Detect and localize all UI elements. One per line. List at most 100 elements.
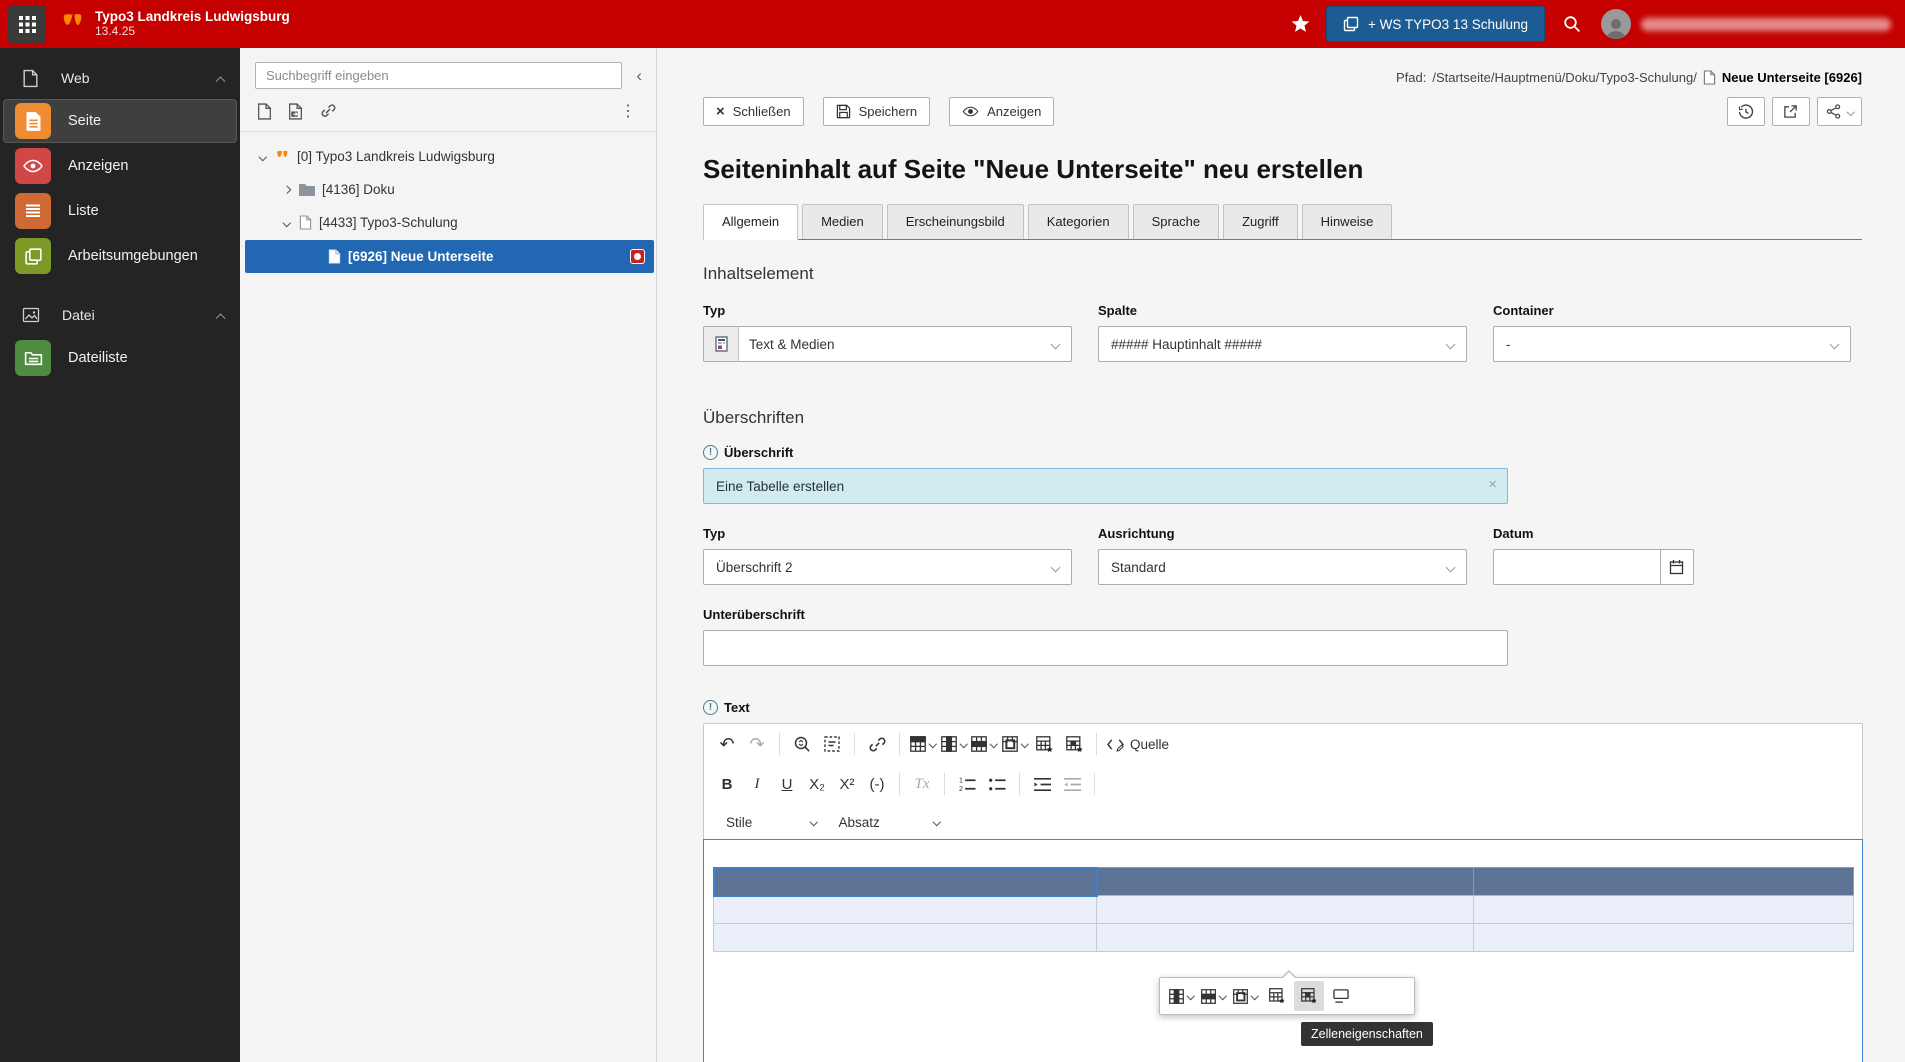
chevron-right-icon[interactable] [283,185,291,194]
datum-input[interactable] [1493,549,1661,585]
cell-properties-button[interactable] [1294,981,1324,1011]
table-row[interactable] [712,895,1854,924]
superscript-button[interactable]: X² [832,769,862,799]
bulleted-list-button[interactable] [982,769,1012,799]
remove-format-button[interactable]: Tx [907,769,937,799]
indent-button[interactable] [1027,769,1057,799]
user-menu[interactable] [1601,9,1891,39]
table-cell[interactable] [1473,867,1854,896]
share-button[interactable] [1816,97,1862,126]
sidebar-item-seite[interactable]: Seite [3,99,237,143]
cell-properties-button[interactable] [1059,729,1089,759]
link-icon[interactable] [862,729,892,759]
table-properties-button[interactable] [1262,981,1292,1011]
search-icon[interactable] [1563,15,1581,33]
sidebar-item-dateiliste[interactable]: Dateiliste [3,336,237,380]
outdent-icon [1063,777,1081,791]
clear-input-icon[interactable]: × [1488,477,1497,492]
open-in-new-window-button[interactable] [1771,97,1810,126]
sidebar-item-liste[interactable]: Liste [3,189,237,233]
sidebar-item-arbeitsumgebungen[interactable]: Arbeitsumgebungen [3,234,237,278]
tree-node-typo3-schulung[interactable]: [4433] Typo3-Schulung [240,206,656,239]
table-cell[interactable] [712,895,1098,924]
tab-medien[interactable]: Medien [802,204,883,239]
table-cell[interactable] [1096,867,1475,896]
ueberschrift-input[interactable] [703,468,1508,504]
table-row[interactable] [712,923,1854,952]
bold-button[interactable]: B [712,769,742,799]
table-cell-selected[interactable] [712,866,1098,897]
merge-cells-button[interactable] [999,729,1030,759]
tab-zugriff[interactable]: Zugriff [1223,204,1298,239]
typo3-logo-icon [60,11,86,37]
table-cell[interactable] [1096,895,1475,924]
numbered-list-button[interactable]: 1 2 [952,769,982,799]
chevron-down-icon[interactable] [259,152,267,161]
tab-allgemein[interactable]: Allgemein [703,204,799,240]
module-group-datei[interactable]: Datei [0,295,240,335]
column-menu-button[interactable] [1166,981,1196,1011]
italic-button[interactable]: I [742,769,772,799]
tree-node-doku[interactable]: [4136] Doku [240,173,656,206]
tab-erscheinungsbild[interactable]: Erscheinungsbild [886,204,1024,239]
ausrichtung-select[interactable]: Standard [1098,549,1467,585]
collapse-tree-icon[interactable]: ‹ [630,67,648,84]
container-select[interactable]: - [1493,326,1851,362]
new-page-drag-icon[interactable] [288,102,303,120]
tree-more-menu-icon[interactable]: ⋮ [614,101,642,121]
site-brand[interactable]: Typo3 Landkreis Ludwigsburg 13.4.25 [60,9,290,38]
calendar-button[interactable] [1660,549,1694,585]
styles-dropdown[interactable]: Stile [718,808,825,836]
view-button[interactable]: Anzeigen [949,97,1055,126]
unterueberschrift-input[interactable] [703,630,1508,666]
toggle-caption-button[interactable] [1326,981,1356,1011]
history-button[interactable] [1726,97,1765,126]
source-button[interactable]: Quelle [1104,729,1171,759]
tree-search-input[interactable] [255,62,623,89]
tab-sprache[interactable]: Sprache [1132,204,1220,239]
select-all-icon[interactable] [817,729,847,759]
table-cell[interactable] [1096,923,1475,952]
tree-node-root[interactable]: [0] Typo3 Landkreis Ludwigsburg [240,140,656,173]
module-group-web[interactable]: Web [0,58,240,98]
save-button[interactable]: Speichern [822,97,931,126]
merge-cells-button[interactable] [1230,981,1260,1011]
workspaces-module-icon [15,238,51,274]
link-icon[interactable] [319,103,336,120]
row-menu-button[interactable] [1198,981,1228,1011]
section-heading-inhaltselement: Inhaltselement [703,264,814,283]
ueberschrift-typ-select[interactable]: Überschrift 2 [703,549,1072,585]
table-properties-button[interactable] [1029,729,1059,759]
tab-hinweise[interactable]: Hinweise [1301,204,1393,239]
soft-hyphen-button[interactable]: (-) [862,769,892,799]
new-page-icon[interactable] [257,102,272,120]
sidebar-item-anzeigen[interactable]: Anzeigen [3,144,237,188]
find-replace-icon[interactable] [787,729,817,759]
tab-kategorien[interactable]: Kategorien [1027,204,1129,239]
rte-editable-area[interactable]: Zelleneigenschaften [703,839,1863,1062]
tree-node-label: [4433] Typo3-Schulung [319,215,458,230]
table-cell[interactable] [1473,923,1854,952]
spalte-select[interactable]: ##### Hauptinhalt ##### [1098,326,1467,362]
close-button[interactable]: × Schließen [703,97,804,126]
modules-menu-button[interactable] [8,5,46,43]
rich-text-editor: ↶ ↷ Quelle B I U X₂ X² (-) Tx 1 2 Stile … [703,723,1863,1062]
redo-icon[interactable]: ↷ [742,729,772,759]
insert-table-button[interactable] [907,729,938,759]
undo-icon[interactable]: ↶ [712,729,742,759]
row-menu-button[interactable] [968,729,999,759]
workspace-button[interactable]: + WS TYPO3 13 Schulung [1326,6,1545,42]
table-cell[interactable] [1473,895,1854,924]
table-header-row[interactable] [712,866,1854,897]
outdent-button[interactable] [1057,769,1087,799]
content-table[interactable] [712,866,1854,952]
underline-button[interactable]: U [772,769,802,799]
tree-node-neue-unterseite[interactable]: [6926] Neue Unterseite [245,240,654,273]
bookmark-star-icon[interactable] [1291,15,1310,33]
chevron-down-icon[interactable] [283,218,291,227]
paragraph-format-dropdown[interactable]: Absatz [831,808,948,836]
column-menu-button[interactable] [938,729,969,759]
subscript-button[interactable]: X₂ [802,769,832,799]
typ-select[interactable]: Text & Medien [703,326,1072,362]
table-cell[interactable] [712,923,1098,952]
